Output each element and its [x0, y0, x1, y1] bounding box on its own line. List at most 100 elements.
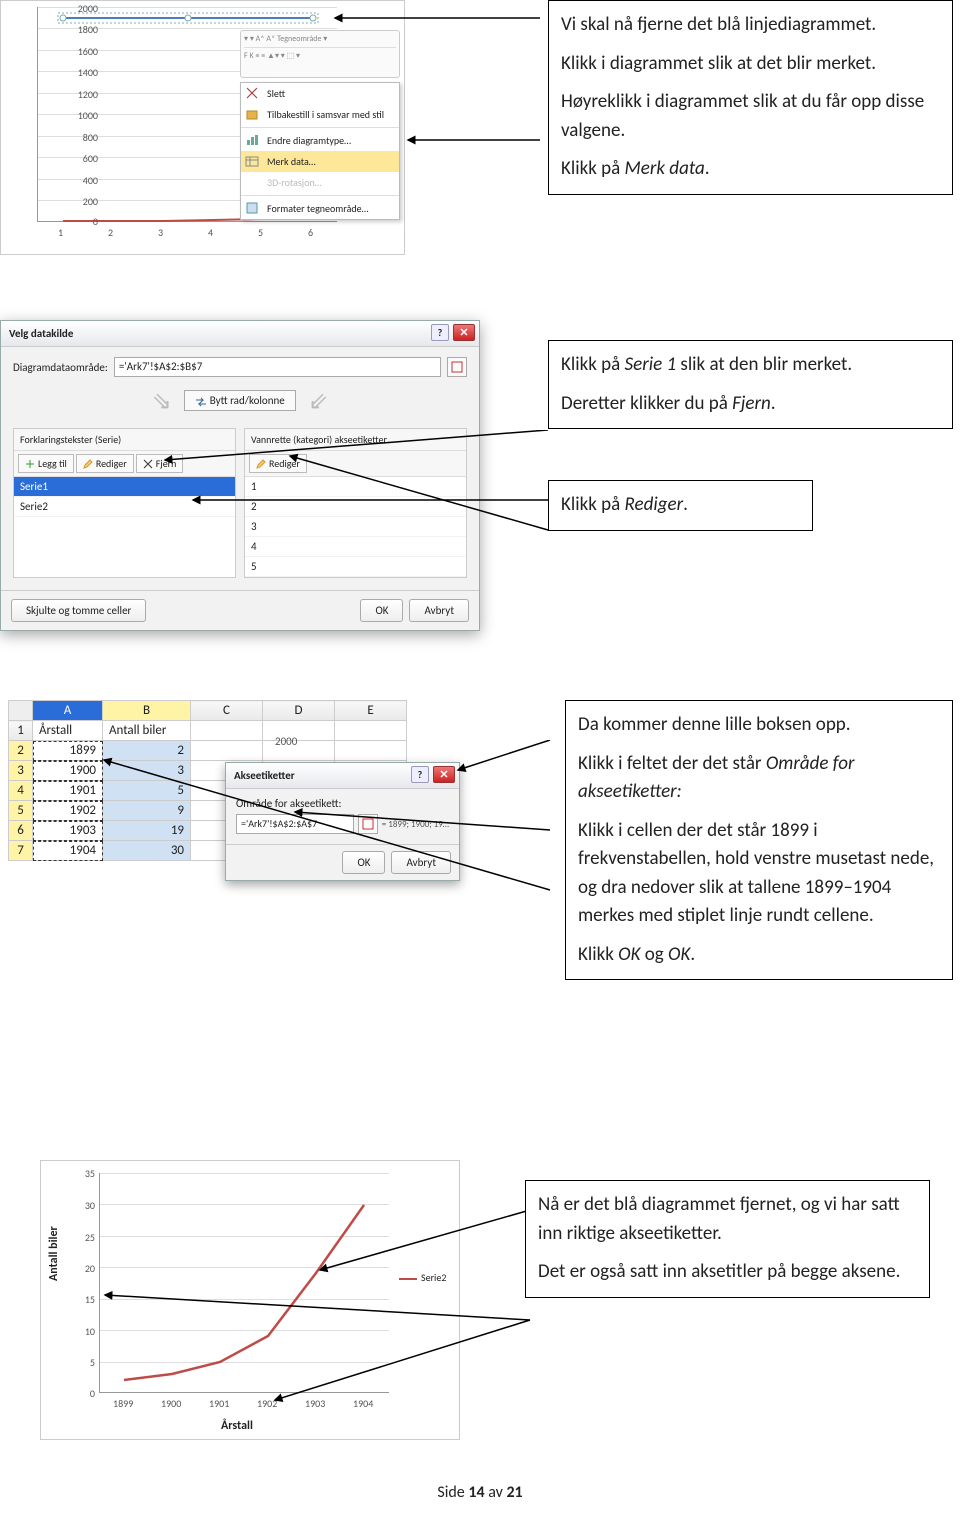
overlay-chart-tick: 2000: [275, 735, 297, 748]
cancel-button[interactable]: Avbryt: [391, 851, 451, 874]
cell[interactable]: 3: [103, 761, 191, 781]
callout-text: Klikk på Merk data.: [561, 155, 940, 184]
range-picker-button[interactable]: [447, 357, 467, 377]
axis-label-item[interactable]: 2: [245, 497, 466, 517]
row-header[interactable]: 3: [9, 761, 33, 781]
xtick: 1900: [161, 1397, 181, 1410]
ok-button[interactable]: OK: [360, 599, 403, 622]
chart-range-input[interactable]: ='Ark7'!$A$2:$B$7: [114, 357, 441, 377]
range-icon: [451, 361, 463, 373]
swap-arrow-right-icon: ⇙: [308, 387, 328, 416]
cell[interactable]: 19: [103, 821, 191, 841]
plot-area-4[interactable]: [99, 1173, 389, 1393]
close-button[interactable]: ✕: [433, 766, 455, 783]
remove-series-button[interactable]: Fjern: [136, 454, 184, 473]
swap-row-column-button[interactable]: Bytt rad/kolonne: [184, 390, 296, 411]
add-series-button[interactable]: Legg til: [18, 454, 74, 473]
edit-series-button[interactable]: Rediger: [76, 454, 134, 473]
series-item-serie1[interactable]: Serie1: [14, 477, 235, 497]
cancel-button[interactable]: Avbryt: [409, 599, 469, 622]
callout-1: Vi skal nå fjerne det blå linjediagramme…: [548, 0, 953, 195]
column-header-d[interactable]: D: [263, 701, 335, 721]
cell[interactable]: 1899: [33, 741, 103, 761]
y-axis-title[interactable]: Antall biler: [47, 1226, 61, 1281]
cell[interactable]: 1904: [33, 841, 103, 861]
cell[interactable]: 1900: [33, 761, 103, 781]
ctx-3d-rotation: 3D-rotasjon…: [241, 172, 399, 193]
mini-toolbar[interactable]: ▾ ▾ A˄ A˅ Tegneområde ▾ F K ≡ ≡ ▲▾ ▾ ⬚ ▾: [240, 30, 400, 78]
cell[interactable]: 2: [103, 741, 191, 761]
ytick: 600: [83, 152, 98, 165]
cell[interactable]: 30: [103, 841, 191, 861]
column-header-a[interactable]: A: [33, 701, 103, 721]
row-header[interactable]: 7: [9, 841, 33, 861]
cell[interactable]: [191, 741, 263, 761]
ctx-reset-style[interactable]: Tilbakestill i samsvar med stil: [241, 104, 399, 125]
column-header-b[interactable]: B: [103, 701, 191, 721]
axis-label-item[interactable]: 1: [245, 477, 466, 497]
edit-axis-labels-button[interactable]: Rediger: [249, 454, 307, 473]
cell[interactable]: 1903: [33, 821, 103, 841]
cell[interactable]: 5: [103, 781, 191, 801]
ytick: 2000: [78, 2, 98, 15]
column-header-c[interactable]: C: [191, 701, 263, 721]
cell[interactable]: 1901: [33, 781, 103, 801]
ytick: 1800: [78, 23, 98, 36]
select-all-cell[interactable]: [9, 701, 33, 721]
ytick: 1400: [78, 66, 98, 79]
column-header-e[interactable]: E: [335, 701, 407, 721]
x-axis-title[interactable]: Årstall: [221, 1419, 253, 1433]
xtick: 4: [208, 226, 213, 239]
callout-text: Klikk OK og OK.: [578, 941, 940, 970]
series-item-serie2[interactable]: Serie2: [14, 497, 235, 517]
row-header[interactable]: 2: [9, 741, 33, 761]
ctx-select-data[interactable]: Merk data…: [241, 151, 399, 172]
ok-button[interactable]: OK: [342, 851, 385, 874]
help-button[interactable]: ?: [411, 766, 429, 783]
ytick: 25: [75, 1231, 95, 1244]
axis-label-item[interactable]: 5: [245, 557, 466, 577]
axis-label-item[interactable]: 4: [245, 537, 466, 557]
row-header[interactable]: 4: [9, 781, 33, 801]
ytick: 1000: [78, 109, 98, 122]
xtick: 2: [108, 226, 113, 239]
row-header[interactable]: 1: [9, 721, 33, 741]
ytick: 800: [83, 131, 98, 144]
axis-range-input[interactable]: ='Ark7'!$A$2:$A$7: [236, 814, 354, 834]
ctx-change-chart-type[interactable]: Endre diagramtype…: [241, 130, 399, 151]
cell[interactable]: [263, 741, 335, 761]
hidden-cells-button[interactable]: Skjulte og tomme celler: [11, 599, 146, 622]
cell[interactable]: [263, 721, 335, 741]
dialog-title: Akseetiketter ? ✕: [226, 763, 459, 789]
ytick: 5: [75, 1356, 95, 1369]
cell[interactable]: [335, 721, 407, 741]
select-data-dialog: Velg datakilde ? ✕ Diagramdataområde: ='…: [0, 320, 480, 631]
cell[interactable]: Årstall: [33, 721, 103, 741]
row-header[interactable]: 5: [9, 801, 33, 821]
xtick: 1899: [113, 1397, 133, 1410]
callout-text: Da kommer denne lille boksen opp.: [578, 711, 940, 740]
chart-final: 35 30 25 20 15 10 5 0 1899 1900 1901 190…: [40, 1160, 460, 1440]
legend-series-header: Forklaringstekster (Serie): [14, 429, 235, 451]
close-button[interactable]: ✕: [453, 324, 475, 341]
cell[interactable]: 1902: [33, 801, 103, 821]
cell[interactable]: [335, 741, 407, 761]
row-header[interactable]: 6: [9, 821, 33, 841]
series2-line[interactable]: [124, 1205, 364, 1380]
cell[interactable]: Antall biler: [103, 721, 191, 741]
ytick: 400: [83, 174, 98, 187]
range-label: Diagramdataområde:: [13, 361, 108, 374]
ytick: 1600: [78, 45, 98, 58]
range-picker-button[interactable]: [358, 814, 378, 834]
ctx-format-plot-area[interactable]: Formater tegneområde…: [241, 198, 399, 219]
callout-4: Nå er det blå diagrammet fjernet, og vi …: [525, 1180, 930, 1298]
xtick: 6: [308, 226, 313, 239]
range-icon: [362, 818, 374, 830]
ctx-delete[interactable]: Slett: [241, 83, 399, 104]
xtick: 1903: [305, 1397, 325, 1410]
cell[interactable]: [191, 721, 263, 741]
cell[interactable]: 9: [103, 801, 191, 821]
axis-label-item[interactable]: 3: [245, 517, 466, 537]
help-button[interactable]: ?: [431, 324, 449, 341]
legend-serie2[interactable]: Serie2: [399, 1271, 446, 1284]
